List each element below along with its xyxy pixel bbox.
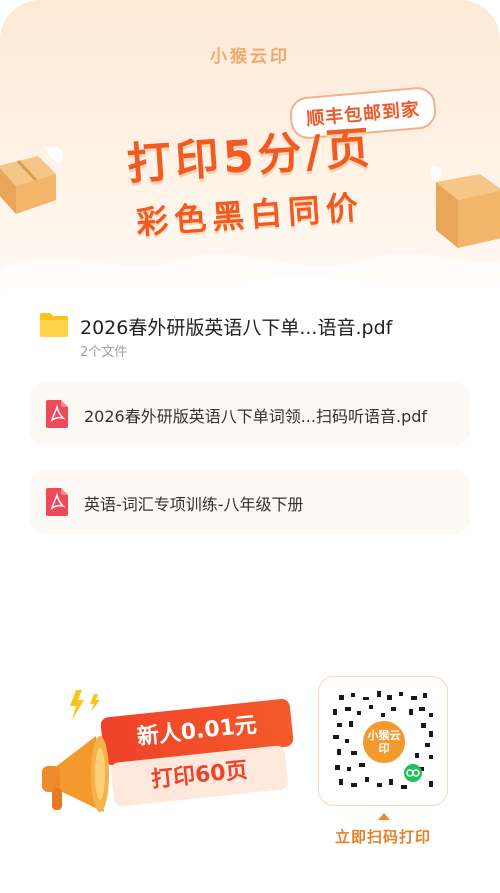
scan-to-print-label[interactable]: 立即扫码打印 <box>318 826 448 847</box>
file-name: 2026春外研版英语八下单词领...扫码听语音.pdf <box>84 407 428 426</box>
pdf-icon <box>46 400 68 432</box>
brand-logo: 小猴云印 <box>210 47 290 67</box>
caret-up-icon <box>378 813 390 820</box>
qr-code-card[interactable]: 小猴云印 <box>318 676 448 806</box>
promo-page: 小猴云印 顺丰包邮到家 打印5分/页 彩色黑白同价 2026春外研版英语八下单.… <box>0 0 500 893</box>
folder-row[interactable]: 2026春外研版英语八下单...语音.pdf 2个文件 <box>38 311 478 363</box>
pdf-icon <box>46 488 68 520</box>
file-name: 英语-词汇专项训练-八年级下册 <box>84 495 304 514</box>
megaphone-icon <box>34 728 114 828</box>
qr-brand-logo: 小猴云印 <box>360 718 408 766</box>
file-item[interactable]: 英语-词汇专项训练-八年级下册 <box>30 470 470 534</box>
folder-name: 2026春外研版英语八下单...语音.pdf <box>80 317 393 339</box>
folder-icon <box>38 311 70 343</box>
folder-file-count: 2个文件 <box>80 345 128 360</box>
file-item[interactable]: 2026春外研版英语八下单词领...扫码听语音.pdf <box>30 382 470 446</box>
newcomer-promo[interactable]: 新人0.01元 打印60页 <box>34 690 304 830</box>
hero-wave <box>0 253 500 320</box>
